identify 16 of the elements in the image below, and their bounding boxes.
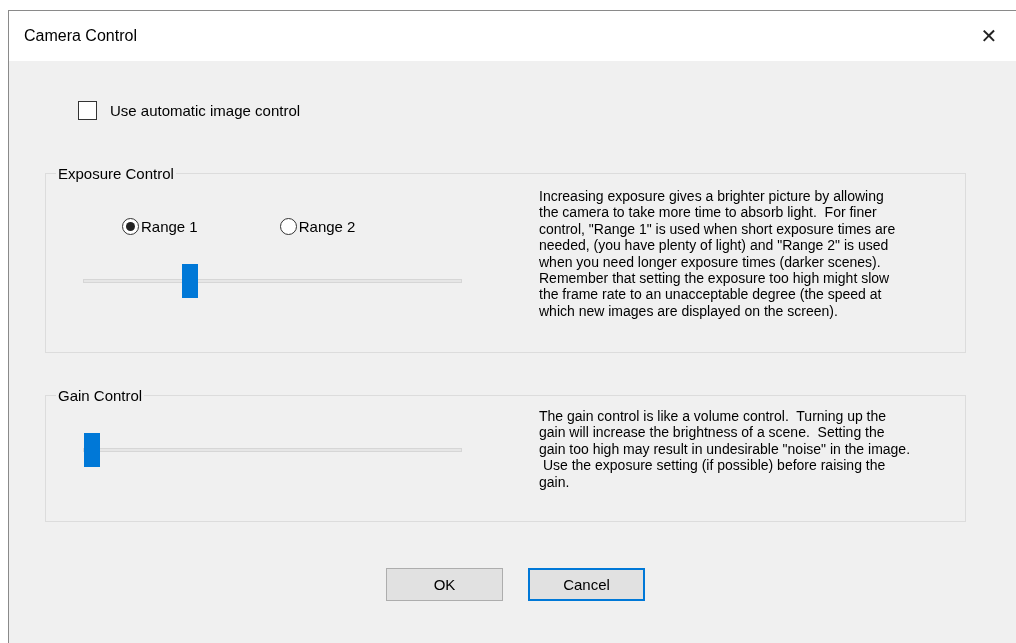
window-title: Camera Control [24, 27, 137, 45]
radio-button[interactable] [122, 218, 139, 235]
radio-label: Range 1 [141, 218, 198, 235]
ok-button[interactable]: OK [386, 568, 503, 601]
slider-thumb[interactable] [182, 264, 198, 298]
checkbox[interactable] [78, 101, 97, 120]
description-text: Increasing exposure gives a brighter picture by allowing the camera to take more time to absorb light. For finer control, "Range 1" is used when short exposure times are needed, (you have plenty of light) and "Range 2" is used when you need longer exposure times (darker scenes). Remember that setting the exposure too high might slow the frame rate to an unacceptable degree (the speed at which new images are displayed on the screen). [539, 188, 896, 320]
description-text: The gain control is like a volume control. Turning up the gain will increase the brightness of a scene. Setting the gain too high may result in undesirable "noise" in the image. Use the exposure setting (if possible) before raising the gain. [539, 408, 911, 491]
slider-thumb[interactable] [84, 433, 100, 467]
checkbox-label: Use automatic image control [110, 102, 301, 119]
group-title: Gain Control [57, 387, 144, 404]
close-button[interactable]: ✕ [966, 16, 1012, 56]
cancel-button[interactable]: Cancel [528, 568, 645, 601]
radio-label: Range 2 [298, 218, 356, 235]
radio-button[interactable] [279, 218, 297, 235]
group-title: Exposure Control [57, 165, 175, 182]
